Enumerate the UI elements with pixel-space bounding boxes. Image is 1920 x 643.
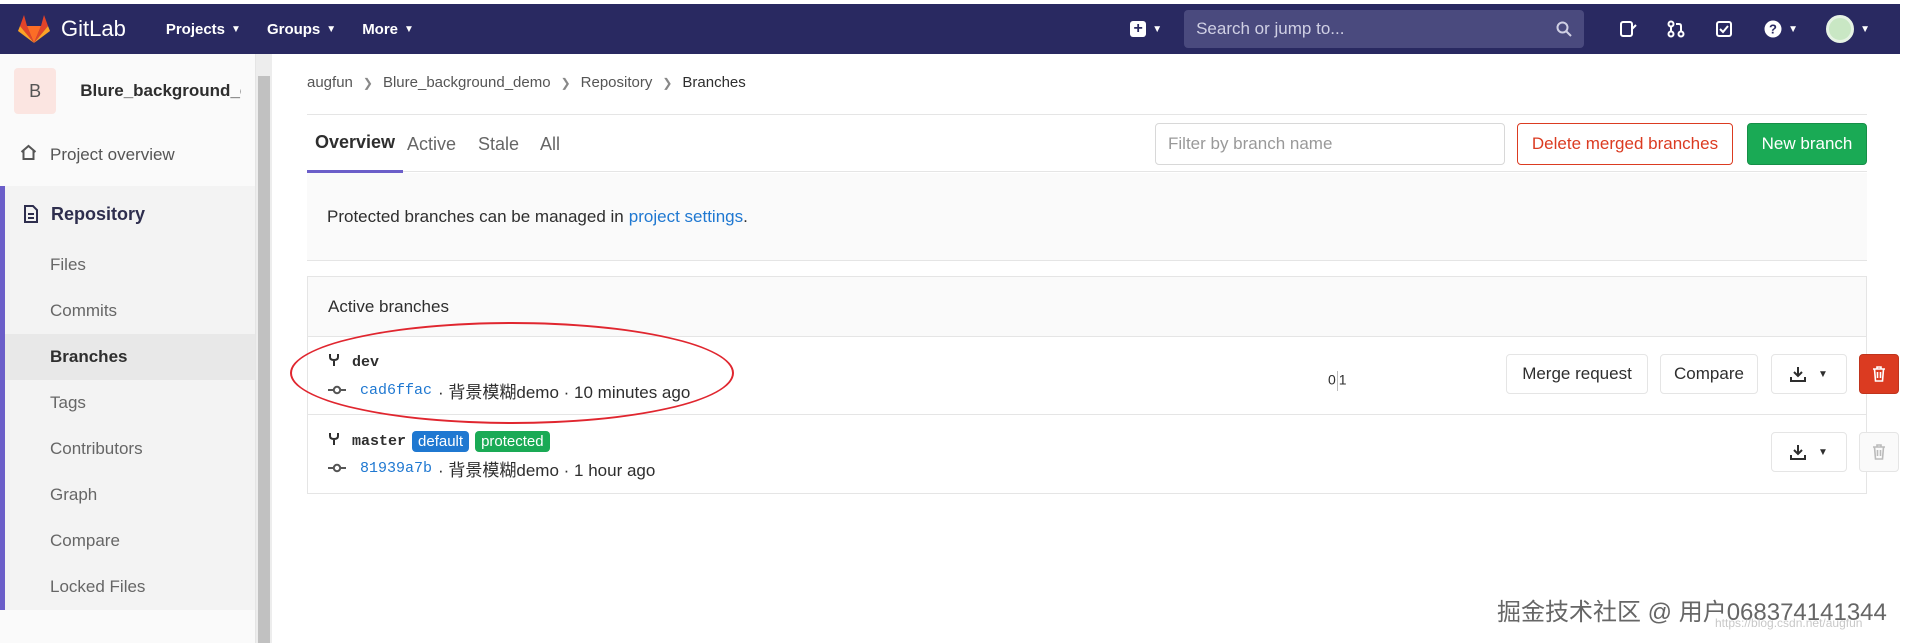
sidebar-item-graph[interactable]: Graph [5,472,255,518]
sidebar-item-files[interactable]: Files [5,242,255,288]
home-icon [20,144,42,166]
project-avatar: B [14,68,57,114]
plus-square-icon: + [1130,21,1147,37]
commit-description: · 背景模糊demo · 1 hour ago [438,461,656,480]
compare-button[interactable]: Compare [1660,354,1758,394]
chevron-right-icon: ❯ [362,75,373,90]
notice-text: Protected branches can be managed in [327,206,624,226]
merge-request-button[interactable]: Merge request [1506,354,1648,394]
breadcrumb-item[interactable]: Blure_background_demo [383,74,551,91]
document-icon [24,205,38,223]
tab-stale[interactable]: Stale [478,115,519,173]
chevron-down-icon: ▼ [231,23,241,35]
chevron-down-icon: ▼ [404,23,414,35]
tab-overview[interactable]: Overview [307,115,404,173]
issues-icon[interactable] [1617,18,1639,40]
merge-requests-icon[interactable] [1665,18,1687,40]
sidebar-item-contributors[interactable]: Contributors [5,426,255,472]
branch-commit-info: 81939a7b · 背景模糊demo · 1 hour ago [328,456,655,481]
nav-projects-label: Projects [165,20,226,38]
user-menu[interactable]: ▼ [1814,15,1870,43]
delete-branch-button-disabled [1859,432,1899,472]
avatar [1826,15,1855,43]
project-header[interactable]: B Blure_background_d... [0,54,255,128]
help-icon: ? [1764,20,1782,38]
sidebar-item-repository[interactable]: Repository [5,186,255,242]
sidebar-item-locked-files[interactable]: Locked Files [5,564,255,610]
watermark-url: https://blog.csdn.net/augfun [1715,616,1863,630]
sidebar-item-label: Repository [51,203,146,224]
nav-more[interactable]: More ▼ [362,21,414,38]
sidebar-item-tags[interactable]: Tags [5,380,255,426]
search-icon [1556,21,1572,37]
nav-more-label: More [362,20,399,38]
new-branch-button[interactable]: New branch [1747,123,1867,165]
commit-icon [328,460,346,477]
chevron-right-icon: ❯ [560,75,571,90]
search-input[interactable] [1196,19,1557,39]
chevron-down-icon: ▼ [1860,23,1870,35]
breadcrumb-item[interactable]: Repository [581,74,653,91]
chevron-down-icon: ▼ [1788,23,1799,35]
brand-name: GitLab [61,16,126,41]
project-name: Blure_background_d... [80,81,241,100]
chevron-down-icon: ▼ [1818,368,1828,380]
protected-branches-notice: Protected branches can be managed in pro… [307,173,1867,261]
breadcrumb-current[interactable]: Branches [682,74,745,91]
divergence-graph: 01 [1328,371,1347,391]
gitlab-logo[interactable]: GitLab [18,14,126,44]
todos-icon[interactable] [1713,18,1735,40]
download-icon [1790,367,1807,382]
sidebar-scrollbar[interactable] [256,54,272,643]
tab-active[interactable]: Active [407,115,456,173]
sidebar-section-repository: Repository Files Commits Branches Tags C… [0,186,255,610]
tab-all[interactable]: All [540,115,560,173]
top-navbar: GitLab Projects▼ Groups▼ More▼ +▼ ?▼ ▼ [0,0,1900,54]
gitlab-tanuki-icon [18,15,50,43]
branch-fork-icon [328,432,340,451]
project-sidebar: B Blure_background_d... Project overview… [0,54,256,643]
nav-groups[interactable]: Groups ▼ [267,21,336,38]
branch-name-link[interactable]: master [352,433,406,450]
commit-sha-link[interactable]: 81939a7b [360,460,432,477]
chevron-down-icon: ▼ [1818,446,1828,458]
default-badge: default [412,431,470,452]
trash-icon [1873,366,1885,382]
svg-text:?: ? [1769,22,1777,37]
chevron-down-icon: ▼ [326,23,337,35]
behind-count: 0 [1328,371,1336,388]
branch-name-block: master default protected [328,431,550,452]
annotation-oval [290,322,734,424]
project-settings-link[interactable]: project settings [629,207,743,227]
sidebar-item-compare[interactable]: Compare [5,518,255,564]
delete-branch-button[interactable] [1859,354,1899,394]
sidebar-item-branches[interactable]: Branches [5,334,255,380]
download-icon [1790,445,1807,460]
nav-projects[interactable]: Projects ▼ [166,21,241,38]
breadcrumb-item[interactable]: augfun [307,74,353,91]
chevron-right-icon: ❯ [662,75,673,90]
download-dropdown-button[interactable]: ▼ [1771,432,1847,472]
download-dropdown-button[interactable]: ▼ [1771,354,1847,394]
ahead-count: 1 [1338,371,1347,388]
sidebar-item-project-overview[interactable]: Project overview [0,132,255,178]
search-box[interactable] [1184,10,1585,48]
notice-end: . [743,206,748,226]
breadcrumb: augfun ❯ Blure_background_demo ❯ Reposit… [307,74,746,91]
help-button[interactable]: ? ▼ [1761,18,1801,40]
trash-icon [1873,444,1885,460]
chevron-down-icon: ▼ [1152,23,1163,35]
branch-tabs: Overview Active Stale All Delete merged … [307,114,1867,173]
nav-groups-label: Groups [266,20,321,38]
branch-row: master default protected 81939a7b · 背景模糊… [308,415,1899,493]
sidebar-item-commits[interactable]: Commits [5,288,255,334]
protected-badge: protected [475,431,550,452]
scrollbar-thumb[interactable] [258,76,270,643]
new-dropdown-button[interactable]: + ▼ [1130,21,1162,37]
branch-filter-input[interactable] [1155,123,1505,165]
delete-merged-branches-button[interactable]: Delete merged branches [1517,123,1733,165]
sidebar-item-label: Project overview [50,145,175,164]
